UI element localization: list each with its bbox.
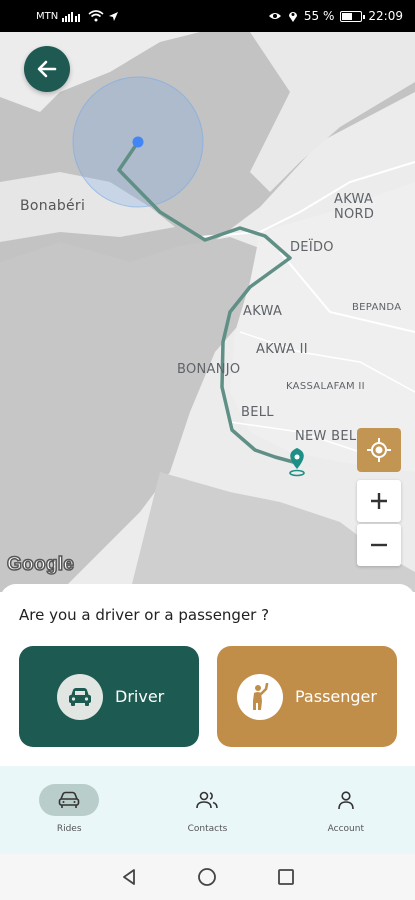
car-icon xyxy=(58,791,80,808)
driver-button[interactable]: Driver xyxy=(19,646,199,747)
map-label-deido: DEÏDO xyxy=(290,240,334,255)
back-triangle-icon[interactable] xyxy=(119,867,139,887)
driver-label: Driver xyxy=(115,687,165,706)
plus-icon xyxy=(371,493,387,509)
passenger-label: Passenger xyxy=(295,687,377,706)
origin-marker xyxy=(132,136,144,148)
map-label-akwa-nord: AKWA NORD xyxy=(334,192,375,222)
nav-item-contacts[interactable]: Contacts xyxy=(138,766,276,854)
my-location-button[interactable] xyxy=(357,428,401,472)
hailing-person-icon xyxy=(253,682,269,710)
status-right: 55 % 22:09 xyxy=(268,9,403,23)
zoom-in-button[interactable] xyxy=(357,480,401,522)
map-label-bell: BELL xyxy=(241,405,274,420)
status-left: MTN xyxy=(36,10,119,22)
map-view[interactable]: Bonabéri AKWA NORD DEÏDO BEPANDA AKWA AK… xyxy=(0,32,415,592)
send-icon xyxy=(109,11,119,21)
map-label-bepanda: BEPANDA xyxy=(352,302,402,313)
map-label-kassalafam-ii: KASSALAFAM II xyxy=(286,381,365,392)
home-circle-icon[interactable] xyxy=(197,867,217,887)
google-logo: Google xyxy=(6,553,75,576)
battery-icon xyxy=(340,10,366,22)
map-label-akwa: AKWA xyxy=(243,304,283,319)
clock: 22:09 xyxy=(368,9,403,23)
nav-item-account[interactable]: Account xyxy=(277,766,415,854)
map-label-bonanjo: BONANJO xyxy=(177,362,241,377)
signal-icon xyxy=(62,11,81,22)
driver-icon-circle xyxy=(57,673,103,720)
map-label-bonaberi: Bonabéri xyxy=(20,198,86,214)
nav-label-rides: Rides xyxy=(56,824,82,834)
map-label-new-bell: NEW BELL xyxy=(295,429,364,444)
map-label-akwa-ii: AKWA II xyxy=(256,342,308,357)
bottom-navigation: Rides Contacts Account xyxy=(0,766,415,854)
nav-icon-indicator xyxy=(39,784,100,816)
car-icon xyxy=(69,687,91,706)
system-navigation-bar xyxy=(0,854,415,900)
minus-icon xyxy=(371,543,387,547)
nav-icon-indicator xyxy=(177,784,237,816)
back-button[interactable] xyxy=(24,46,70,92)
zoom-out-button[interactable] xyxy=(357,524,401,566)
eye-icon xyxy=(268,13,281,19)
nav-icon-indicator xyxy=(316,784,376,816)
role-selection-sheet: Are you a driver or a passenger ? Driver… xyxy=(0,584,415,768)
arrow-left-icon xyxy=(37,60,57,78)
recents-square-icon[interactable] xyxy=(276,867,296,887)
battery-fill xyxy=(342,12,352,20)
my-location-icon xyxy=(367,438,391,462)
person-icon xyxy=(338,791,354,810)
status-bar: MTN 55 % 22:09 xyxy=(0,0,415,32)
battery-percent: 55 % xyxy=(303,9,335,23)
role-question: Are you a driver or a passenger ? xyxy=(19,606,270,624)
nav-label-contacts: Contacts xyxy=(187,824,228,834)
passenger-icon-circle xyxy=(237,673,283,720)
destination-marker xyxy=(289,448,305,477)
passenger-button[interactable]: Passenger xyxy=(217,646,397,747)
wifi-icon xyxy=(88,10,104,22)
nav-item-rides[interactable]: Rides xyxy=(0,766,138,854)
location-status-icon xyxy=(288,12,297,22)
nav-label-account: Account xyxy=(327,824,364,834)
carrier-label: MTN xyxy=(36,10,59,22)
people-icon xyxy=(196,791,219,809)
